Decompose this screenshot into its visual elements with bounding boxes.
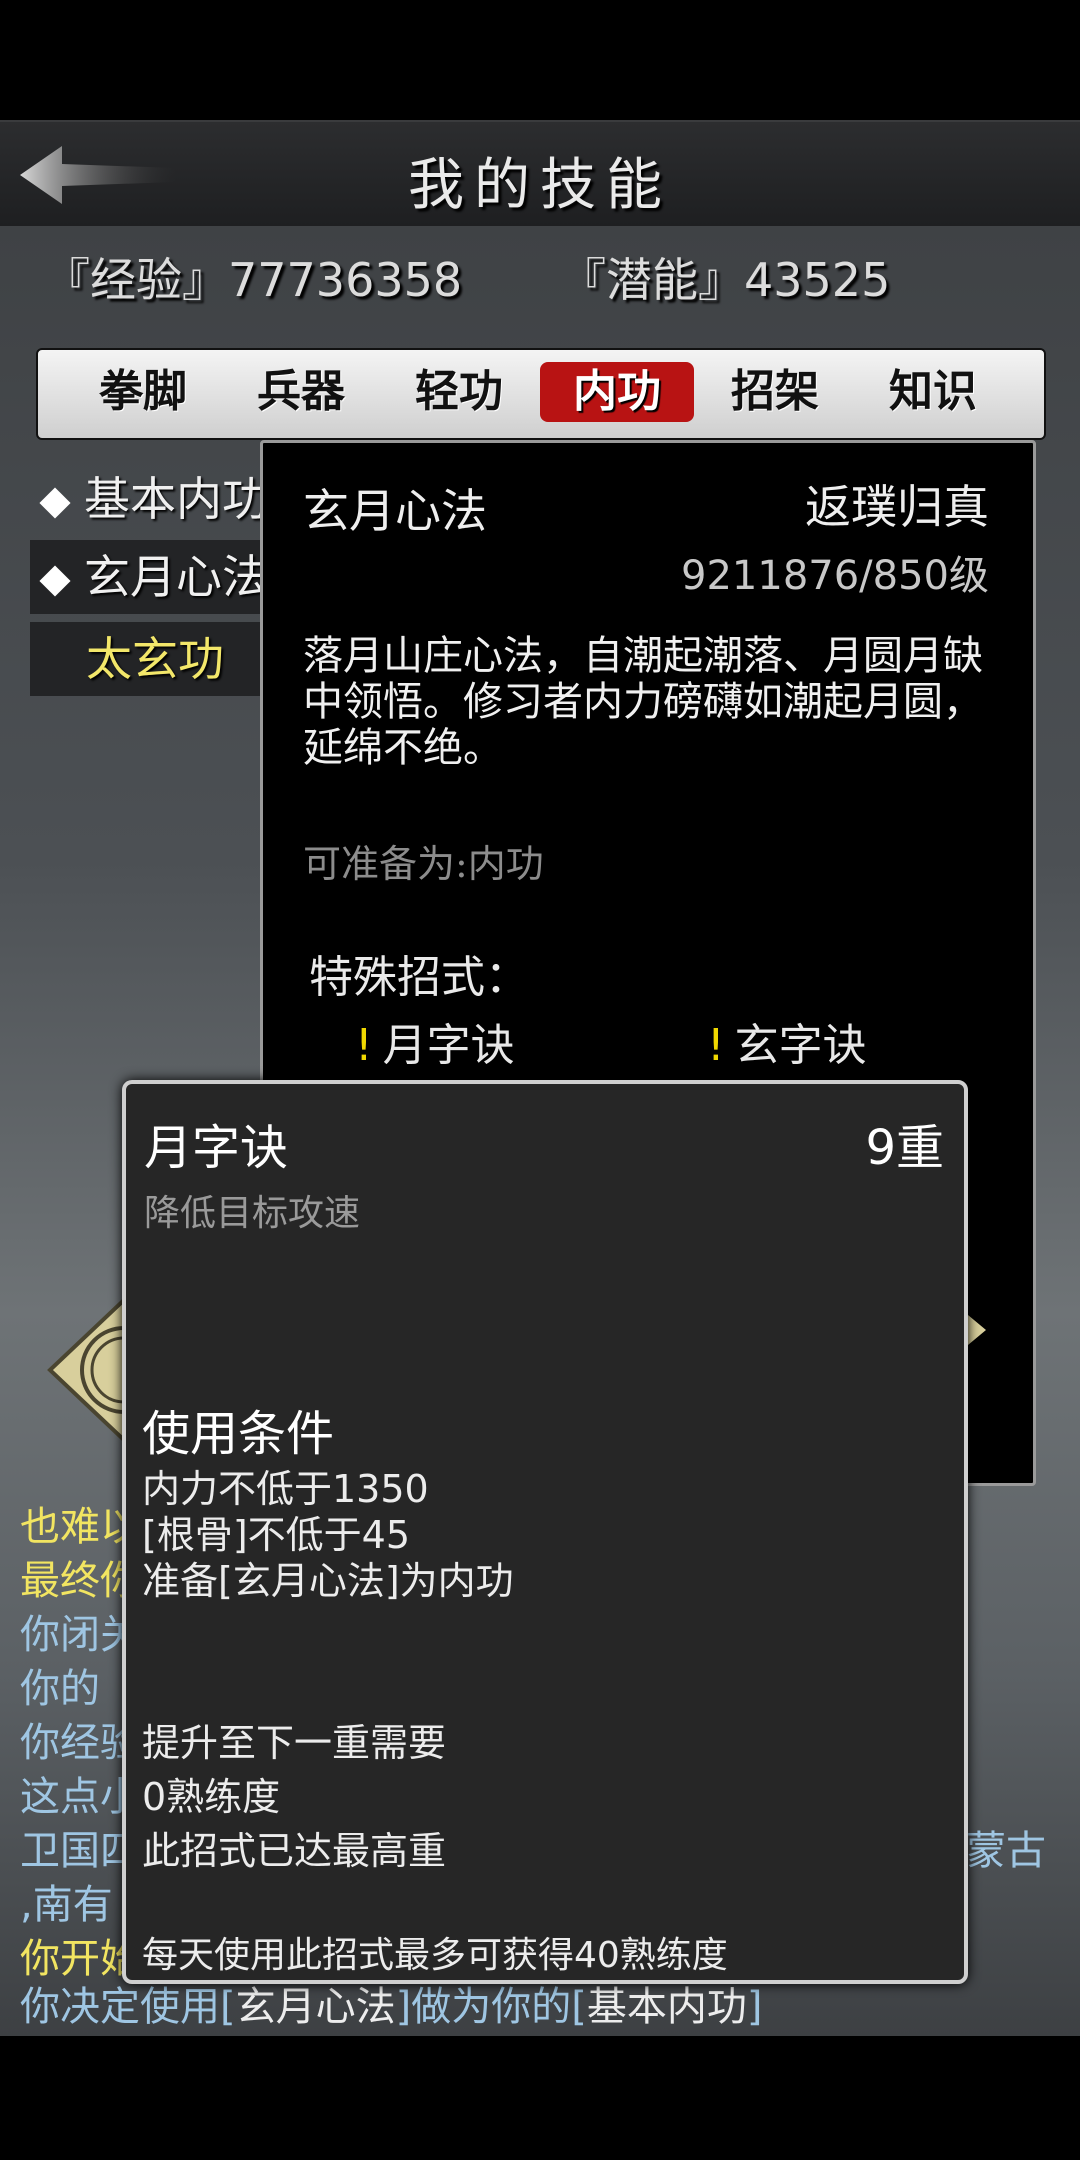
- skill-item-basic-inner[interactable]: 基本内功: [30, 462, 270, 536]
- tab-inner-force[interactable]: 内功: [540, 362, 694, 422]
- condition-item: 准备[玄月心法]为内功: [142, 1559, 514, 1603]
- tab-weapon[interactable]: 兵器: [224, 362, 378, 422]
- alert-mark-icon: !: [707, 1020, 725, 1071]
- special-moves-title: 特殊招式：: [309, 952, 529, 1003]
- log-line: 你的: [20, 1666, 100, 1712]
- special-move-label: 月字诀: [382, 1020, 515, 1071]
- move-effect: 降低目标攻速: [144, 1193, 361, 1234]
- diamond-bullet-icon: [39, 487, 71, 519]
- log-line-fragment: 蒙古: [966, 1828, 1046, 1874]
- upgrade-info: 此招式已达最高重: [142, 1829, 447, 1873]
- skill-label: 基本内功: [84, 472, 268, 526]
- tab-fist[interactable]: 拳脚: [66, 362, 220, 422]
- skill-label: 玄月心法: [84, 550, 268, 604]
- log-text: ]做为你的[: [395, 1984, 587, 2030]
- skill-rank: 返璞归真: [805, 480, 989, 534]
- log-text: ]: [746, 1984, 763, 2030]
- skill-category-tabs: 拳脚 兵器 轻功 内功 招架 知识: [36, 348, 1046, 440]
- special-move-yue[interactable]: ! 月字诀: [355, 1009, 515, 1073]
- stats-row: 『经验』77736358 『潜能』43525: [0, 236, 1080, 316]
- potential-stat: 『潜能』43525: [560, 253, 891, 307]
- move-detail-popup[interactable]: 月字诀 9重 降低目标攻速 使用条件 内力不低于1350 [根骨]不低于45 准…: [122, 1080, 968, 1984]
- upgrade-info: 0熟练度: [142, 1775, 281, 1819]
- conditions-title: 使用条件: [142, 1406, 335, 1462]
- skill-description: 落月山庄心法，自潮起潮落、月圆月缺中领悟。修习者内力磅礴如潮起月圆，延绵不绝。: [303, 633, 983, 771]
- log-line-final: 你决定使用[玄月心法]做为你的[基本内功]: [20, 1980, 762, 2034]
- alert-mark-icon: !: [355, 1020, 373, 1071]
- upgrade-info: 提升至下一重需要: [142, 1721, 447, 1765]
- tab-lightness[interactable]: 轻功: [382, 362, 536, 422]
- log-skill-name: 基本内功: [586, 1984, 747, 2030]
- tab-parry[interactable]: 招架: [698, 362, 852, 422]
- move-name: 月字诀: [144, 1120, 289, 1176]
- page-title: 我的技能: [408, 153, 672, 218]
- experience-stat: 『经验』77736358: [44, 253, 463, 307]
- move-level: 9重: [865, 1120, 944, 1176]
- skill-level: 9211876/850级: [681, 553, 989, 599]
- skill-item-xuanyue[interactable]: 玄月心法: [30, 540, 270, 614]
- log-skill-name: 玄月心法: [235, 1984, 396, 2030]
- prepare-type: 可准备为:内功: [303, 842, 544, 886]
- diamond-bullet-icon: [39, 565, 71, 597]
- tab-knowledge[interactable]: 知识: [856, 362, 1010, 422]
- log-text: 你决定使用[: [20, 1984, 236, 2030]
- log-line: ,南有: [20, 1882, 113, 1928]
- top-bar: 我的技能: [0, 120, 1080, 228]
- special-move-xuan[interactable]: ! 玄字诀: [707, 1009, 867, 1073]
- special-move-label: 玄字诀: [734, 1020, 867, 1071]
- skill-name: 玄月心法: [303, 484, 487, 538]
- daily-limit-note: 每天使用此招式最多可获得40熟练度: [142, 1935, 728, 1976]
